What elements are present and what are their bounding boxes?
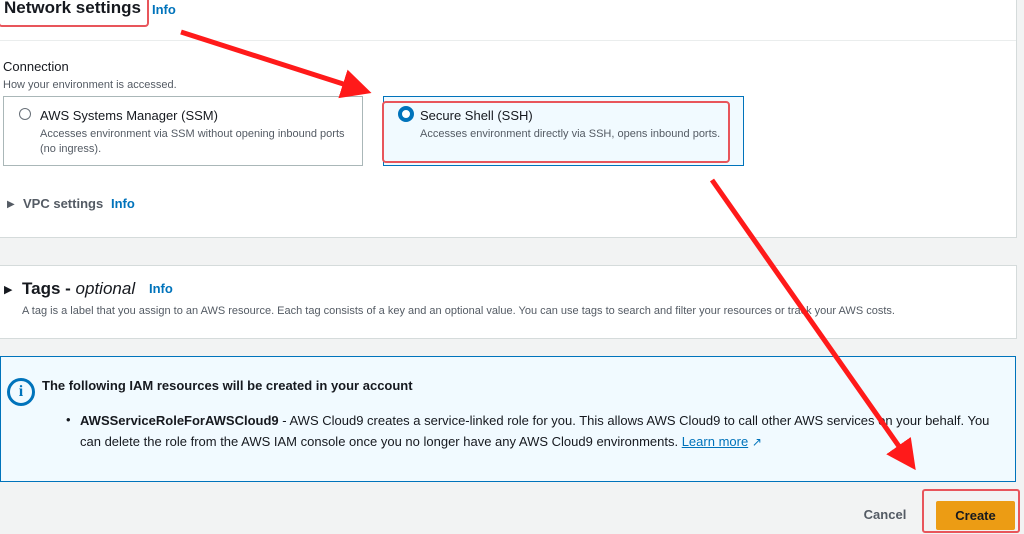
tags-info-link[interactable]: Info xyxy=(149,281,173,296)
ssm-option-description: Accesses environment via SSM without ope… xyxy=(40,128,345,155)
info-circle-icon: i xyxy=(7,378,35,406)
iam-alert-title: The following IAM resources will be crea… xyxy=(42,378,413,393)
network-settings-panel: Network settings Info Connection How you… xyxy=(0,0,1017,238)
title-highlight-box xyxy=(0,0,149,27)
tags-optional-label: optional xyxy=(75,279,136,298)
external-link-icon[interactable]: ↗ xyxy=(752,435,762,449)
cancel-button[interactable]: Cancel xyxy=(851,505,919,525)
iam-info-alert: i The following IAM resources will be cr… xyxy=(0,356,1016,482)
network-info-link[interactable]: Info xyxy=(152,2,176,17)
ssm-radio-icon[interactable] xyxy=(19,108,31,120)
caret-right-icon[interactable]: ▶ xyxy=(7,199,15,210)
connection-label: Connection xyxy=(3,59,69,74)
vpc-info-link[interactable]: Info xyxy=(111,196,135,211)
tags-panel: ▶ Tags - optional Info A tag is a label … xyxy=(0,265,1017,339)
learn-more-link[interactable]: Learn more xyxy=(682,434,748,449)
tags-title[interactable]: Tags - optional xyxy=(22,279,135,299)
network-settings-header: Network settings Info xyxy=(0,0,1016,41)
iam-role-name: AWSServiceRoleForAWSCloud9 xyxy=(80,413,279,428)
ssh-highlight-box xyxy=(382,101,730,163)
create-highlight-box xyxy=(922,489,1020,533)
tags-title-text: Tags - xyxy=(22,279,71,298)
ssm-option-title: AWS Systems Manager (SSM) xyxy=(40,108,218,123)
caret-right-icon[interactable]: ▶ xyxy=(4,283,12,296)
iam-alert-body: AWSServiceRoleForAWSCloud9 - AWS Cloud9 … xyxy=(80,410,1000,453)
vpc-settings-toggle[interactable]: VPC settings xyxy=(23,196,103,211)
tags-description: A tag is a label that you assign to an A… xyxy=(22,305,895,317)
bullet: • xyxy=(66,412,71,427)
ssm-option-tile[interactable]: AWS Systems Manager (SSM) Accesses envir… xyxy=(3,96,363,166)
connection-description: How your environment is accessed. xyxy=(3,79,177,91)
